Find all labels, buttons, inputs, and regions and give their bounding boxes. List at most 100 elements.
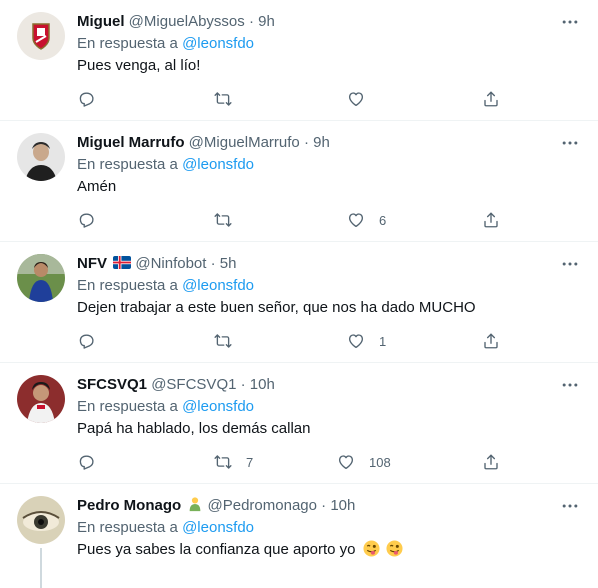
tweet-actions: 7 108 <box>77 450 507 474</box>
share-button[interactable] <box>482 329 500 353</box>
user-handle[interactable]: @Pedromonago <box>208 497 317 514</box>
tweet-text: Pues venga, al lío! <box>77 57 201 74</box>
display-name[interactable]: SFCSVQ1 <box>77 376 147 393</box>
display-name[interactable]: Miguel <box>77 13 125 30</box>
user-handle[interactable]: @Ninfobot <box>135 255 206 272</box>
tweet-header: Miguel Marrufo @MiguelMarrufo · 9h <box>77 133 330 153</box>
separator-dot: · <box>240 376 246 393</box>
tweet-text: Dejen trabajar a este buen señor, que no… <box>77 299 476 316</box>
user-handle[interactable]: @MiguelMarrufo <box>189 134 300 151</box>
more-icon[interactable] <box>559 12 581 32</box>
reply-mention[interactable]: @leonsfdo <box>182 519 254 536</box>
share-button[interactable] <box>482 87 500 111</box>
retweet-icon <box>214 453 232 471</box>
tweet-pedro-monago[interactable]: Pedro Monago @Pedromonago · 10h En respu… <box>0 484 598 588</box>
user-handle[interactable]: @MiguelAbyssos <box>129 13 245 30</box>
avatar[interactable] <box>17 254 65 302</box>
display-name[interactable]: Miguel Marrufo <box>77 134 185 151</box>
tweet-miguel[interactable]: Miguel @MiguelAbyssos · 9h En respuesta … <box>0 0 598 121</box>
timestamp[interactable]: 9h <box>313 134 330 151</box>
tweet-header: NFV @Ninfobot · 5h <box>77 254 236 274</box>
like-button[interactable]: 6 <box>347 208 386 232</box>
reply-button[interactable] <box>77 208 109 232</box>
like-icon <box>347 211 365 229</box>
separator-dot: · <box>303 134 309 151</box>
reply-icon <box>77 90 95 108</box>
separator-dot: · <box>248 13 254 30</box>
tweet-miguel-marrufo[interactable]: Miguel Marrufo @MiguelMarrufo · 9h En re… <box>0 121 598 242</box>
timestamp[interactable]: 10h <box>250 376 275 393</box>
winking-tongue-emoji-icon <box>386 540 403 557</box>
thread-connector <box>40 548 42 588</box>
timestamp[interactable]: 10h <box>330 497 355 514</box>
timestamp[interactable]: 9h <box>258 13 275 30</box>
reply-context: En respuesta a @leonsfdo <box>77 155 254 175</box>
avatar[interactable] <box>17 375 65 423</box>
like-count: 6 <box>379 212 387 228</box>
reply-context: En respuesta a @leonsfdo <box>77 276 254 296</box>
separator-dot: · <box>210 255 216 272</box>
reply-mention[interactable]: @leonsfdo <box>182 398 254 415</box>
retweet-button[interactable] <box>214 208 246 232</box>
retweet-button[interactable]: 7 <box>214 450 253 474</box>
timestamp[interactable]: 5h <box>220 255 237 272</box>
reply-prefix: En respuesta a <box>77 519 178 536</box>
retweet-button[interactable] <box>214 329 246 353</box>
tweet-actions: 6 <box>77 208 507 232</box>
reply-button[interactable] <box>77 450 109 474</box>
user-handle[interactable]: @SFCSVQ1 <box>151 376 236 393</box>
reply-icon <box>77 453 95 471</box>
reply-mention[interactable]: @leonsfdo <box>182 156 254 173</box>
winking-tongue-emoji-icon <box>363 540 380 557</box>
tweet-header: Pedro Monago @Pedromonago · 10h <box>77 496 355 516</box>
share-button[interactable] <box>482 208 500 232</box>
like-count: 1 <box>379 333 387 349</box>
like-button[interactable]: 1 <box>347 329 386 353</box>
more-icon[interactable] <box>559 496 581 516</box>
tweet-actions: 1 <box>77 329 507 353</box>
reply-context: En respuesta a @leonsfdo <box>77 397 254 417</box>
like-button[interactable] <box>347 87 379 111</box>
like-button[interactable]: 108 <box>337 450 391 474</box>
tweet-sfcsvq1[interactable]: SFCSVQ1 @SFCSVQ1 · 10h En respuesta a @l… <box>0 363 598 484</box>
tweet-text: Pues ya sabes la confianza que aporto yo <box>77 541 356 558</box>
more-icon[interactable] <box>559 133 581 153</box>
reply-prefix: En respuesta a <box>77 277 178 294</box>
share-icon <box>482 453 500 471</box>
reply-prefix: En respuesta a <box>77 398 178 415</box>
iceland-flag-icon <box>113 256 132 269</box>
share-button[interactable] <box>482 450 500 474</box>
tweet-header: Miguel @MiguelAbyssos · 9h <box>77 12 275 32</box>
retweet-icon <box>214 211 232 229</box>
more-icon[interactable] <box>559 375 581 395</box>
tweet-nfv[interactable]: NFV @Ninfobot · 5h En respuesta a @leons… <box>0 242 598 363</box>
tweet-header: SFCSVQ1 @SFCSVQ1 · 10h <box>77 375 275 395</box>
reply-icon <box>77 211 95 229</box>
avatar[interactable] <box>17 12 65 60</box>
person-emoji-icon <box>190 497 201 512</box>
display-name[interactable]: Pedro Monago <box>77 497 181 514</box>
like-count: 108 <box>369 454 391 470</box>
retweet-icon <box>214 90 232 108</box>
reply-mention[interactable]: @leonsfdo <box>182 35 254 52</box>
reply-context: En respuesta a @leonsfdo <box>77 34 254 54</box>
reply-button[interactable] <box>77 87 109 111</box>
avatar[interactable] <box>17 496 65 544</box>
like-icon <box>347 332 365 350</box>
share-icon <box>482 211 500 229</box>
tweet-text: Papá ha hablado, los demás callan <box>77 420 311 437</box>
avatar[interactable] <box>17 133 65 181</box>
reply-icon <box>77 332 95 350</box>
retweet-icon <box>214 332 232 350</box>
retweet-button[interactable] <box>214 87 246 111</box>
display-name[interactable]: NFV <box>77 255 107 272</box>
tweet-text-row: Pues ya sabes la confianza que aporto yo <box>77 540 403 560</box>
reply-button[interactable] <box>77 329 109 353</box>
reply-context: En respuesta a @leonsfdo <box>77 518 254 538</box>
tweet-actions <box>77 87 507 111</box>
reply-mention[interactable]: @leonsfdo <box>182 277 254 294</box>
separator-dot: · <box>321 497 327 514</box>
share-icon <box>482 90 500 108</box>
more-icon[interactable] <box>559 254 581 274</box>
retweet-count: 7 <box>246 454 254 470</box>
